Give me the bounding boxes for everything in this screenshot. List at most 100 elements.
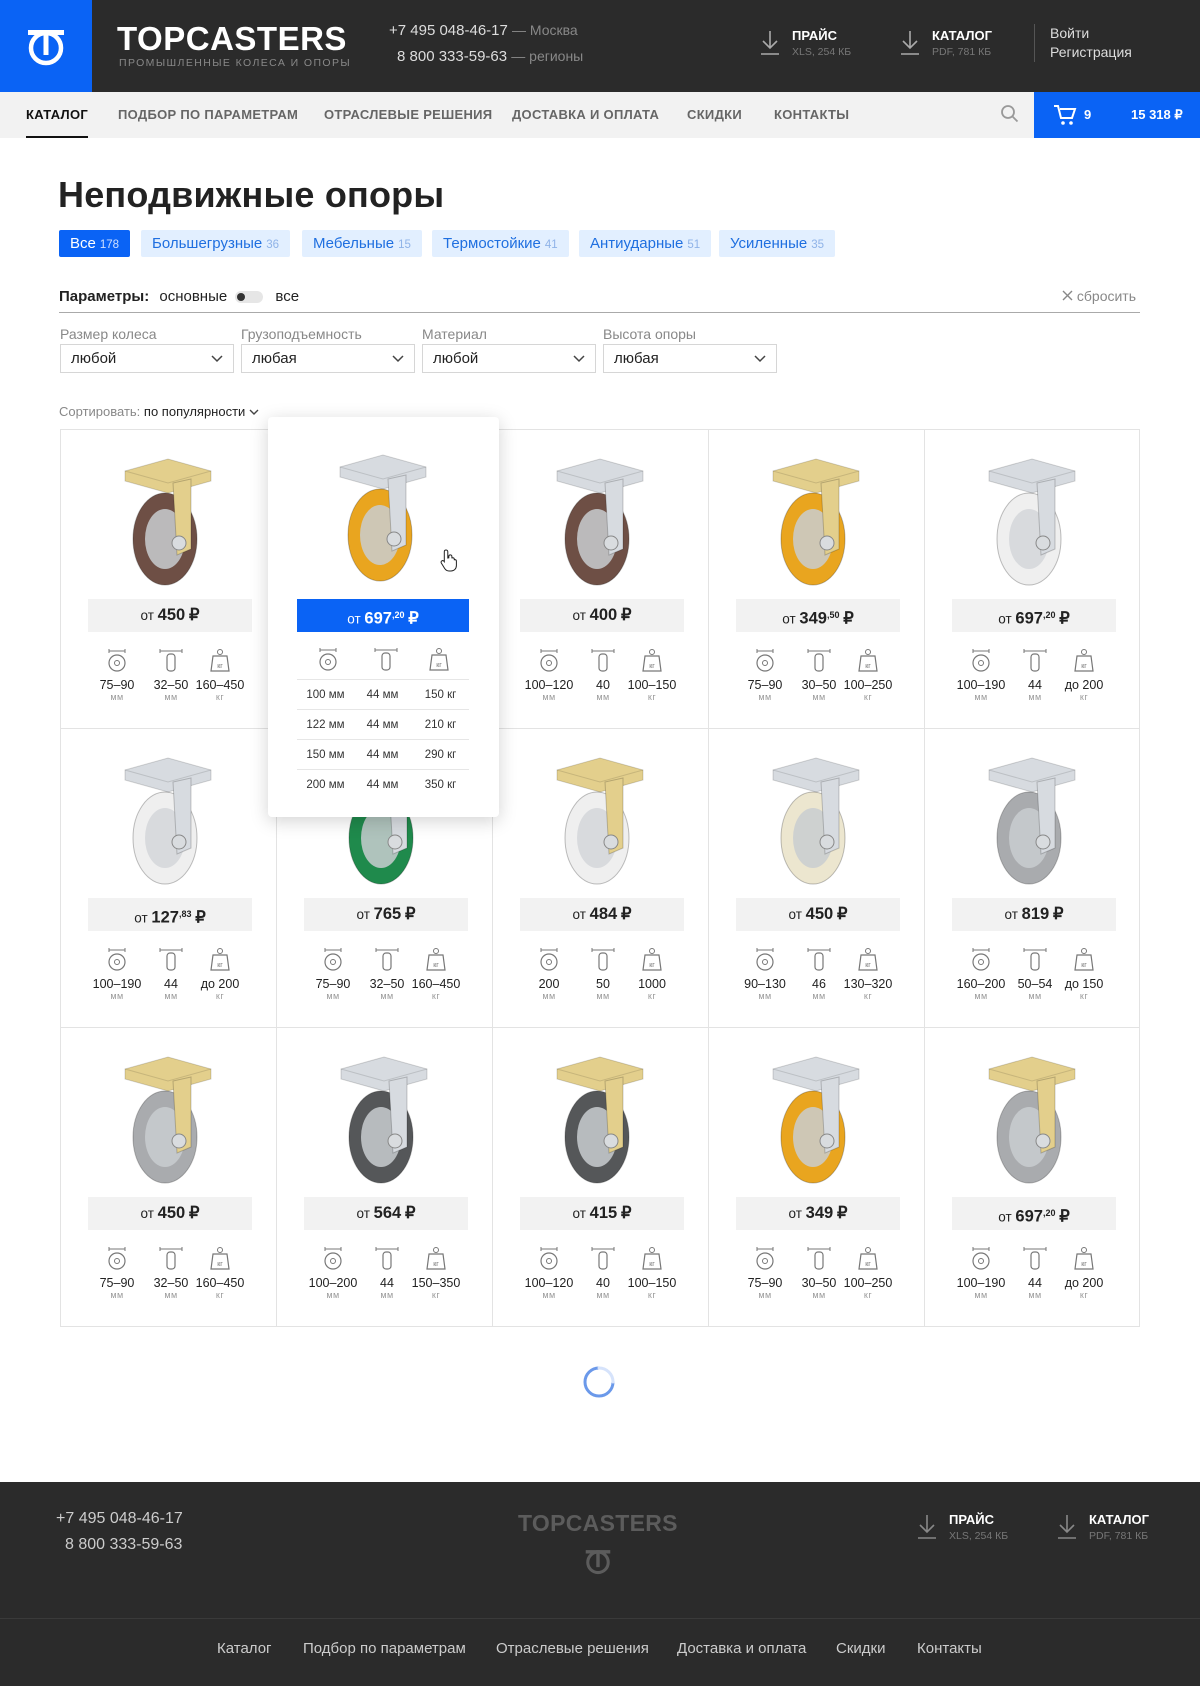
- spec-load: кг 160–450 кг: [189, 1245, 251, 1300]
- nav-delivery[interactable]: ДОСТАВКА И ОПЛАТА: [512, 92, 659, 138]
- size-row[interactable]: 200 мм 44 мм 350 кг: [297, 769, 469, 799]
- phone-regions[interactable]: 8 800 333-59-63 — регионы: [397, 48, 583, 65]
- spec-load: кг 100–250 кг: [837, 647, 899, 702]
- product-price[interactable]: от 697,20 ₽: [952, 1197, 1116, 1230]
- footer-link-discounts[interactable]: Скидки: [836, 1640, 885, 1657]
- spec-load: кг 130–320 кг: [837, 946, 899, 1001]
- product-price[interactable]: от 765 ₽: [304, 898, 468, 931]
- chip-furniture[interactable]: Мебельные 15: [302, 230, 422, 257]
- download-icon: [918, 1515, 936, 1539]
- size-row[interactable]: 150 мм 44 мм 290 кг: [297, 739, 469, 769]
- product-card[interactable]: от 349,50 ₽75–90 мм 30–50 мм кг 100–250 кг: [708, 429, 924, 728]
- filter-height-select[interactable]: любая: [603, 344, 777, 373]
- footer-link-contacts[interactable]: Контакты: [917, 1640, 982, 1657]
- load-weight-icon: кг: [1074, 649, 1094, 672]
- nav-industry[interactable]: ОТРАСЛЕВЫЕ РЕШЕНИЯ: [324, 92, 492, 138]
- product-price[interactable]: от 127,83 ₽: [88, 898, 252, 931]
- product-price[interactable]: от 450 ₽: [88, 1197, 252, 1230]
- nav-contacts[interactable]: КОНТАКТЫ: [774, 92, 849, 138]
- product-card[interactable]: от 450 ₽75–90 мм 32–50 мм кг 160–450 кг: [60, 1027, 276, 1326]
- logo[interactable]: [0, 0, 92, 92]
- nav-param-search[interactable]: ПОДБОР ПО ПАРАМЕТРАМ: [118, 92, 298, 138]
- size-row[interactable]: 122 мм 44 мм 210 кг: [297, 709, 469, 739]
- divider: [1034, 24, 1035, 62]
- caster-image: [556, 458, 644, 586]
- size-row[interactable]: 100 мм 44 мм 150 кг: [297, 679, 469, 709]
- footer-brand[interactable]: TOPCASTERS: [518, 1510, 678, 1537]
- product-card[interactable]: от 697,20 ₽100–190 мм 44 мм кг до 200 кг: [924, 429, 1140, 728]
- footer-link-industry[interactable]: Отраслевые решения: [496, 1640, 649, 1657]
- spec-load: кг 100–150 кг: [621, 1245, 683, 1300]
- wheel-size-icon: [108, 1247, 126, 1270]
- spec-wheel-size: 100–190 мм: [86, 946, 148, 1001]
- product-price[interactable]: от 484 ₽: [520, 898, 684, 931]
- product-card[interactable]: от 450 ₽75–90 мм 32–50 мм кг 160–450 кг: [60, 429, 276, 728]
- product-price[interactable]: от 415 ₽: [520, 1197, 684, 1230]
- nav-catalog[interactable]: КАТАЛОГ: [26, 92, 89, 138]
- product-card[interactable]: от 127,83 ₽100–190 мм 44 мм кг до 200 кг: [60, 728, 276, 1027]
- spec-load: кг 100–150 кг: [621, 647, 683, 702]
- divider: [59, 312, 1140, 313]
- spec-icon: кг: [408, 646, 470, 674]
- phone-moscow[interactable]: +7 495 048-46-17 — Москва: [389, 22, 578, 39]
- product-price[interactable]: от 450 ₽: [736, 898, 900, 931]
- chip-heavy[interactable]: Большегрузные 36: [141, 230, 291, 257]
- wheel-size-icon: [540, 1247, 558, 1270]
- search-icon[interactable]: [1000, 104, 1020, 124]
- footer-phone-moscow[interactable]: +7 495 048-46-17: [56, 1510, 183, 1528]
- product-card[interactable]: от 450 ₽90–130 мм 46 мм кг 130–320 кг: [708, 728, 924, 1027]
- product-card[interactable]: от 484 ₽200 мм 50 мм кг 1000 кг: [492, 728, 708, 1027]
- chip-shockproof[interactable]: Антиударные 51: [579, 230, 712, 257]
- product-card[interactable]: от 400 ₽100–120 мм 40 мм кг 100–150 кг: [492, 429, 708, 728]
- wheel-width-icon: [1023, 649, 1047, 672]
- register-link[interactable]: Регистрация: [1050, 43, 1132, 62]
- chip-all[interactable]: Все 178: [59, 230, 131, 257]
- filter-load-select[interactable]: любая: [241, 344, 415, 373]
- footer-link-params[interactable]: Подбор по параметрам: [303, 1640, 466, 1657]
- product-popup[interactable]: от 697,20 ₽ кг 100 мм 44 мм 150 кг 122 мм 44…: [268, 417, 499, 817]
- product-card[interactable]: от 349 ₽75–90 мм 30–50 мм кг 100–250 кг: [708, 1027, 924, 1326]
- product-price[interactable]: от 450 ₽: [88, 599, 252, 632]
- filter-size-select[interactable]: любой: [60, 344, 234, 373]
- download-size: XLS, 254 КБ: [949, 1530, 1009, 1542]
- filter-material-select[interactable]: любой: [422, 344, 596, 373]
- chevron-down-icon: [754, 355, 766, 363]
- params-toggle[interactable]: [235, 291, 263, 303]
- nav-discounts[interactable]: СКИДКИ: [687, 92, 742, 138]
- chip-heat[interactable]: Термостойкие 41: [432, 230, 569, 257]
- caster-image: [988, 1056, 1076, 1184]
- params-all[interactable]: все: [275, 288, 299, 305]
- wheel-width-icon: [374, 648, 398, 671]
- footer-link-catalog[interactable]: Каталог: [217, 1640, 272, 1657]
- chevron-down-icon: [211, 355, 223, 363]
- popup-price[interactable]: от 697,20 ₽: [297, 599, 469, 632]
- svg-text:кг: кг: [865, 1261, 871, 1268]
- product-card[interactable]: от 564 ₽100–200 мм 44 мм кг 150–350 кг: [276, 1027, 492, 1326]
- cart-button[interactable]: 9 15 318 ₽: [1034, 92, 1200, 138]
- load-weight-icon: кг: [426, 948, 446, 971]
- product-price[interactable]: от 349 ₽: [736, 1197, 900, 1230]
- spec-wheel-size: 100–120 мм: [518, 1245, 580, 1300]
- login-link[interactable]: Войти: [1050, 24, 1132, 43]
- product-card[interactable]: от 415 ₽100–120 мм 40 мм кг 100–150 кг: [492, 1027, 708, 1326]
- product-price[interactable]: от 819 ₽: [952, 898, 1116, 931]
- product-price[interactable]: от 697,20 ₽: [952, 599, 1116, 632]
- product-card[interactable]: от 697,20 ₽100–190 мм 44 мм кг до 200 кг: [924, 1027, 1140, 1326]
- download-icon: [1058, 1515, 1076, 1539]
- svg-text:кг: кг: [865, 962, 871, 969]
- product-card[interactable]: от 819 ₽160–200 мм 50–54 мм кг до 150 кг: [924, 728, 1140, 1027]
- chip-reinforced[interactable]: Усиленные 35: [719, 230, 835, 257]
- sort-value[interactable]: по популярности: [144, 404, 245, 419]
- spec-wheel-size: 100–120 мм: [518, 647, 580, 702]
- product-price[interactable]: от 400 ₽: [520, 599, 684, 632]
- wheel-size-icon: [756, 948, 774, 971]
- footer-link-delivery[interactable]: Доставка и оплата: [677, 1640, 806, 1657]
- product-price[interactable]: от 564 ₽: [304, 1197, 468, 1230]
- params-basic[interactable]: основные: [159, 288, 227, 305]
- product-price[interactable]: от 349,50 ₽: [736, 599, 900, 632]
- load-weight-icon: кг: [858, 1247, 878, 1270]
- sort-control[interactable]: Сортировать: по популярности: [59, 404, 259, 419]
- footer-phone-regions[interactable]: 8 800 333-59-63: [65, 1536, 182, 1554]
- reset-button[interactable]: сбросить: [1062, 288, 1136, 304]
- brand-name[interactable]: TOPCASTERS: [117, 20, 347, 58]
